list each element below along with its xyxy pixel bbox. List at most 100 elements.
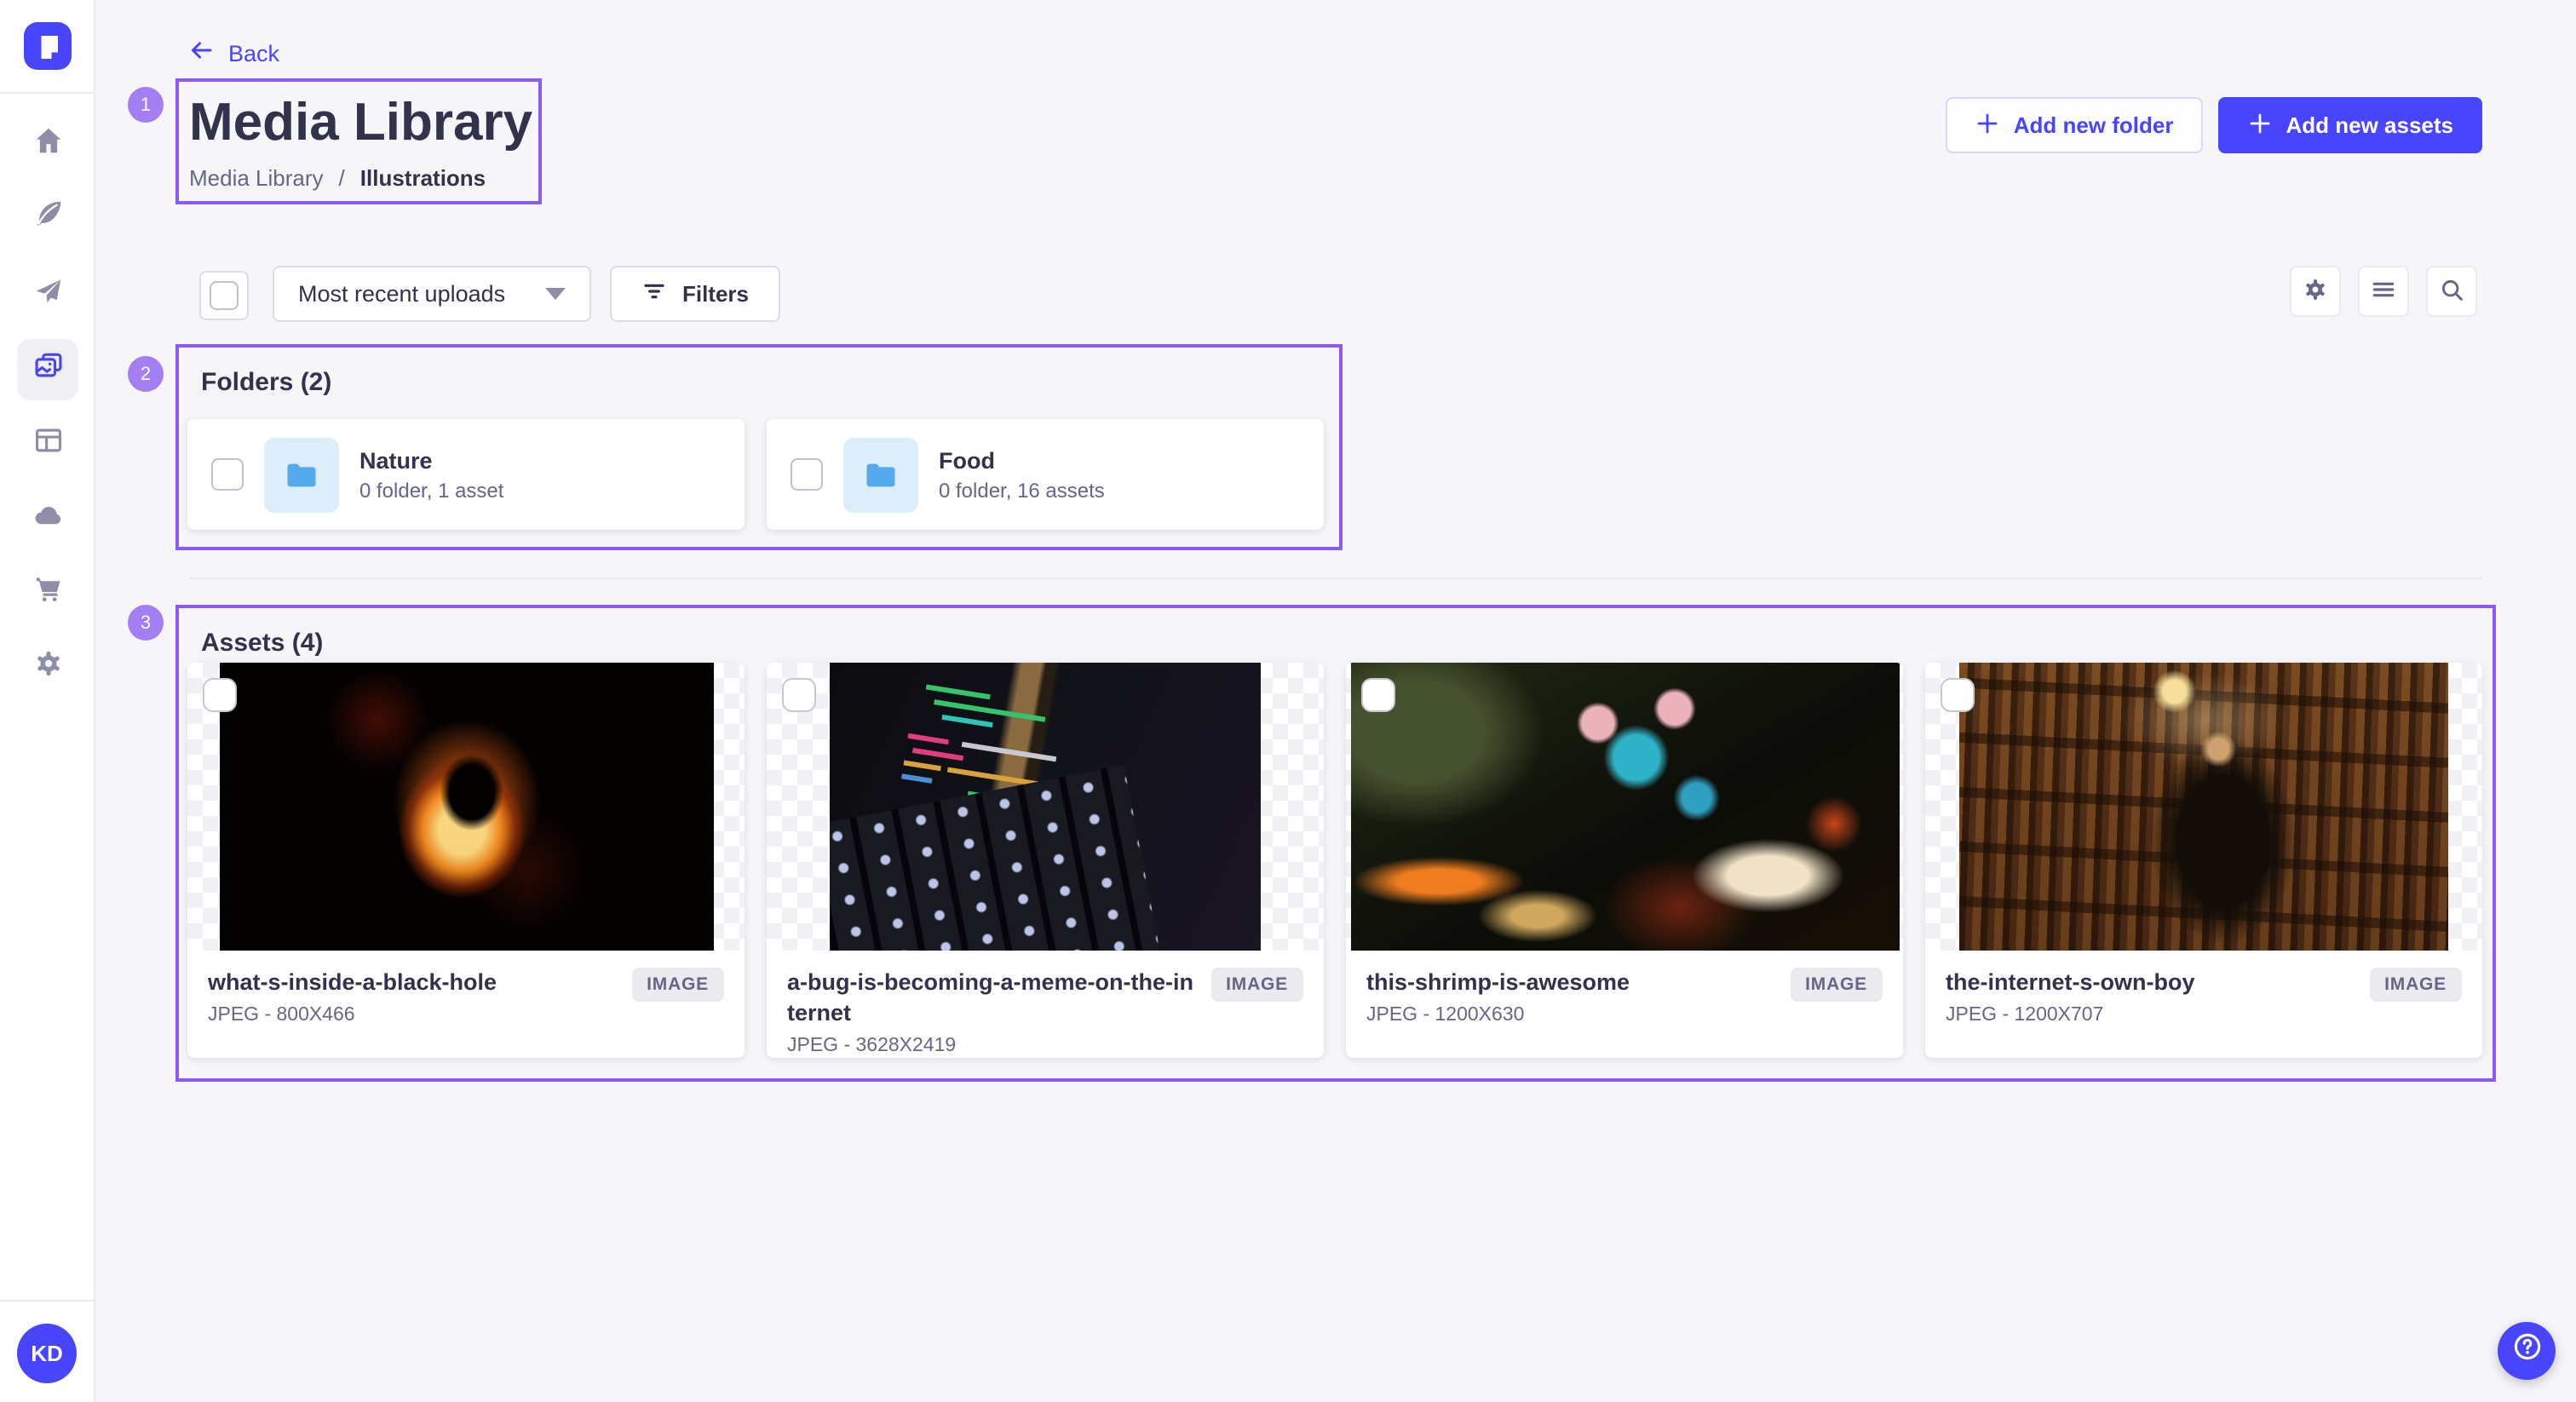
sidebar-item-content[interactable]: [17, 187, 78, 249]
add-new-folder-label: Add new folder: [2014, 112, 2174, 138]
breadcrumb-current: Illustrations: [360, 165, 486, 191]
asset-type-badge: IMAGE: [1210, 968, 1303, 1002]
folder-meta: 0 folder, 1 asset: [359, 478, 503, 502]
sidebar-footer-divider: [0, 1300, 95, 1301]
assets-grid: what-s-inside-a-black-hole JPEG - 800X46…: [187, 663, 2482, 1058]
section-divider: [189, 577, 2482, 579]
plus-icon: [1975, 110, 2000, 141]
folder-card-food[interactable]: Food 0 folder, 16 assets: [767, 419, 1324, 530]
asset-footer: the-internet-s-own-boy JPEG - 1200X707 I…: [1925, 951, 2482, 1058]
asset-name: this-shrimp-is-awesome: [1366, 968, 1776, 998]
folder-icon: [264, 437, 339, 512]
asset-thumbnail: [1925, 663, 2482, 951]
asset-card-shrimp[interactable]: this-shrimp-is-awesome JPEG - 1200X630 I…: [1346, 663, 1903, 1058]
app-window: KD Back 1 Media Library Media Library / …: [0, 0, 2576, 1402]
filter-icon: [641, 278, 669, 310]
list-view-button[interactable]: [2358, 266, 2409, 317]
sidebar-item-media-library[interactable]: [17, 339, 78, 400]
header-actions: Add new folder Add new assets: [1946, 97, 2482, 153]
folder-meta: 0 folder, 16 assets: [939, 478, 1105, 502]
asset-meta: JPEG - 1200X630: [1366, 1005, 1776, 1026]
gear-icon: [32, 647, 64, 688]
sidebar-divider: [0, 92, 95, 94]
asset-meta: JPEG - 3628X2419: [787, 1036, 1197, 1056]
folder-texts: Food 0 folder, 16 assets: [939, 447, 1105, 502]
grid-settings-button[interactable]: [2290, 266, 2341, 317]
gear-icon: [2302, 275, 2329, 307]
sort-select[interactable]: Most recent uploads: [273, 266, 591, 322]
asset-footer: this-shrimp-is-awesome JPEG - 1200X630 I…: [1346, 951, 1903, 1058]
view-actions: [2290, 266, 2477, 317]
filters-button[interactable]: Filters: [610, 266, 780, 322]
asset-footer: what-s-inside-a-black-hole JPEG - 800X46…: [187, 951, 745, 1058]
asset-checkbox[interactable]: [1941, 678, 1975, 712]
asset-checkbox[interactable]: [782, 678, 816, 712]
folder-icon: [843, 437, 918, 512]
annotation-badge-1: 1: [128, 87, 164, 123]
laptop-code-photo: [830, 663, 1261, 951]
back-label: Back: [228, 40, 279, 66]
sidebar-item-releases[interactable]: [17, 264, 78, 325]
folder-name: Food: [939, 447, 1105, 473]
folder-name: Nature: [359, 447, 503, 473]
folders-grid: Nature 0 folder, 1 asset Food 0 folder, …: [187, 419, 1324, 530]
strapi-logo-icon[interactable]: [24, 22, 72, 70]
asset-thumbnail: [187, 663, 745, 951]
black-hole-photo: [219, 663, 713, 951]
asset-footer: a-bug-is-becoming-a-meme-on-the-internet…: [767, 951, 1324, 1058]
asset-name: the-internet-s-own-boy: [1946, 968, 2355, 998]
chevron-down-icon: [545, 288, 566, 300]
sidebar: KD: [0, 0, 95, 1402]
plus-icon: [2246, 110, 2272, 141]
asset-type-badge: IMAGE: [1790, 968, 1883, 1002]
assets-section-title: Assets (4): [201, 629, 323, 658]
add-new-folder-button[interactable]: Add new folder: [1946, 97, 2203, 153]
asset-checkbox[interactable]: [1361, 678, 1395, 712]
sort-select-value: Most recent uploads: [298, 281, 505, 307]
asset-thumbnail: [1346, 663, 1903, 951]
user-avatar[interactable]: KD: [17, 1324, 77, 1383]
sidebar-item-content-manager[interactable]: [17, 414, 78, 475]
sidebar-item-marketplace[interactable]: [17, 562, 78, 623]
add-new-assets-label: Add new assets: [2286, 112, 2453, 138]
asset-card-internets-own-boy[interactable]: the-internet-s-own-boy JPEG - 1200X707 I…: [1925, 663, 2482, 1058]
help-button[interactable]: [2498, 1322, 2556, 1380]
layout-icon: [32, 424, 64, 465]
select-all-checkbox[interactable]: [199, 271, 249, 320]
asset-name: a-bug-is-becoming-a-meme-on-the-internet: [787, 968, 1197, 1029]
home-icon: [32, 124, 64, 165]
checkbox: [210, 281, 239, 310]
sidebar-item-deploy[interactable]: [17, 489, 78, 550]
list-icon: [2370, 275, 2397, 307]
page-title: Media Library: [189, 92, 532, 153]
arrow-left-icon: [189, 37, 215, 68]
asset-card-bug-meme[interactable]: a-bug-is-becoming-a-meme-on-the-internet…: [767, 663, 1324, 1058]
asset-checkbox[interactable]: [203, 678, 237, 712]
sidebar-item-settings[interactable]: [17, 637, 78, 698]
search-button[interactable]: [2426, 266, 2477, 317]
paper-plane-icon: [32, 274, 64, 315]
media-library-icon: [32, 349, 64, 390]
mantis-shrimp-photo: [1350, 663, 1899, 951]
main-content: Back 1 Media Library Media Library / Ill…: [95, 0, 2576, 1402]
asset-meta: JPEG - 1200X707: [1946, 1005, 2355, 1026]
breadcrumb: Media Library / Illustrations: [189, 165, 486, 191]
folder-checkbox[interactable]: [211, 458, 244, 491]
back-link[interactable]: Back: [189, 37, 279, 68]
asset-type-badge: IMAGE: [2369, 968, 2462, 1002]
breadcrumb-separator: /: [339, 165, 345, 191]
add-new-assets-button[interactable]: Add new assets: [2217, 97, 2482, 153]
asset-card-black-hole[interactable]: what-s-inside-a-black-hole JPEG - 800X46…: [187, 663, 745, 1058]
question-mark-icon: [2510, 1330, 2543, 1371]
sidebar-item-home[interactable]: [17, 114, 78, 175]
folders-section-title: Folders (2): [201, 368, 331, 397]
breadcrumb-parent[interactable]: Media Library: [189, 165, 324, 191]
man-in-library-photo: [1959, 663, 2448, 951]
asset-name: what-s-inside-a-black-hole: [208, 968, 618, 998]
search-icon: [2438, 275, 2465, 307]
cloud-icon: [32, 499, 64, 540]
asset-meta: JPEG - 800X466: [208, 1005, 618, 1026]
filters-label: Filters: [682, 281, 749, 307]
folder-card-nature[interactable]: Nature 0 folder, 1 asset: [187, 419, 745, 530]
folder-checkbox[interactable]: [791, 458, 823, 491]
